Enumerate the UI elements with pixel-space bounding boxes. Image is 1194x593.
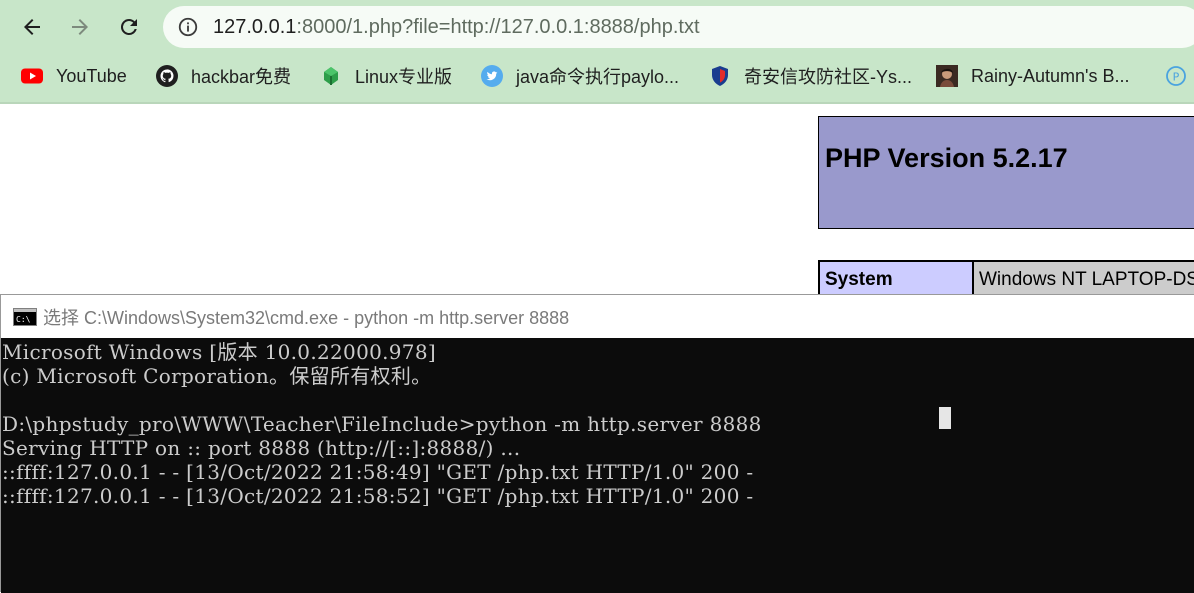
toolbar-divider xyxy=(0,102,1194,104)
bookmark-label: 奇安信攻防社区-Ys... xyxy=(744,67,913,87)
svg-text:P: P xyxy=(1173,71,1180,84)
back-button[interactable] xyxy=(14,9,50,45)
address-bar[interactable]: 127.0.0.1:8000/1.php?file=http://127.0.0… xyxy=(163,6,1194,48)
browser-toolbar: 127.0.0.1:8000/1.php?file=http://127.0.0… xyxy=(0,0,1194,104)
bookmark-linux[interactable]: Linux专业版 xyxy=(319,58,452,94)
url-path: :8000/1.php?file=http://127.0.0.1:8888/p… xyxy=(296,16,700,38)
text-cursor xyxy=(939,407,951,429)
arrow-left-icon xyxy=(24,19,40,35)
bookmark-label: Rainy-Autumn's B... xyxy=(971,65,1130,86)
avatar-icon xyxy=(935,64,959,88)
bookmark-youtube[interactable]: YouTube xyxy=(20,58,127,94)
bookmark-hackbar[interactable]: hackbar免费 xyxy=(155,58,291,94)
cmd-icon: C:\ xyxy=(13,307,37,326)
bookmark-overflow[interactable]: P xyxy=(1164,58,1194,94)
console-line: Microsoft Windows [版本 10.0.22000.978] xyxy=(2,340,436,364)
github-icon xyxy=(155,64,179,88)
reload-button[interactable] xyxy=(111,9,147,45)
info-icon[interactable] xyxy=(177,16,199,38)
console-line: Serving HTTP on :: port 8888 (http://[::… xyxy=(2,436,521,460)
bookmark-label: java命令执行paylo... xyxy=(516,67,680,87)
bookmark-rainy-autumn[interactable]: Rainy-Autumn's B... xyxy=(935,58,1130,94)
url-host: 127.0.0.1 xyxy=(213,16,297,38)
phpinfo-value-system: Windows NT LAPTOP-DS xyxy=(974,262,1194,296)
bookmark-label: Linux专业版 xyxy=(355,67,453,87)
svg-text:C:\: C:\ xyxy=(16,315,31,324)
partial-bookmark-icon: P xyxy=(1164,64,1188,88)
youtube-icon xyxy=(20,64,44,88)
bookmarks-bar: YouTube hackbar免费 Linux专业版 java命令执行paylo… xyxy=(0,58,1194,94)
twitter-icon xyxy=(480,64,504,88)
bookmark-java[interactable]: java命令执行paylo... xyxy=(480,58,679,94)
console-line: ::ffff:127.0.0.1 - - [13/Oct/2022 21:58:… xyxy=(2,460,754,484)
reload-icon xyxy=(120,18,137,35)
phpinfo-table: System Windows NT LAPTOP-DS xyxy=(818,260,1194,298)
bookmark-label: YouTube xyxy=(56,65,127,86)
phpinfo-key-system: System xyxy=(820,262,972,296)
cmd-title-text: 选择 C:\Windows\System32\cmd.exe - python … xyxy=(43,307,570,328)
cmd-titlebar[interactable]: C:\ 选择 C:\Windows\System32\cmd.exe - pyt… xyxy=(1,295,1194,338)
phpinfo-header: PHP Version 5.2.17 xyxy=(818,116,1194,229)
bookmark-label: hackbar免费 xyxy=(191,67,292,87)
console-line: ::ffff:127.0.0.1 - - [13/Oct/2022 21:58:… xyxy=(2,484,754,508)
cmd-window[interactable]: C:\ 选择 C:\Windows\System32\cmd.exe - pyt… xyxy=(0,294,1194,593)
console-line: (c) Microsoft Corporation。保留所有权利。 xyxy=(2,364,432,388)
php-version-title: PHP Version 5.2.17 xyxy=(825,143,1068,173)
forward-button[interactable] xyxy=(62,9,98,45)
arrow-right-icon xyxy=(72,19,88,35)
bookmark-qianxin[interactable]: 奇安信攻防社区-Ys... xyxy=(708,58,912,94)
url-text[interactable]: 127.0.0.1:8000/1.php?file=http://127.0.0… xyxy=(213,14,700,40)
cactus-icon xyxy=(319,64,343,88)
cmd-console[interactable]: Microsoft Windows [版本 10.0.22000.978] (c… xyxy=(1,338,1194,593)
console-line: D:\phpstudy_pro\WWW\Teacher\FileInclude>… xyxy=(2,412,762,436)
qianxin-icon xyxy=(708,64,732,88)
